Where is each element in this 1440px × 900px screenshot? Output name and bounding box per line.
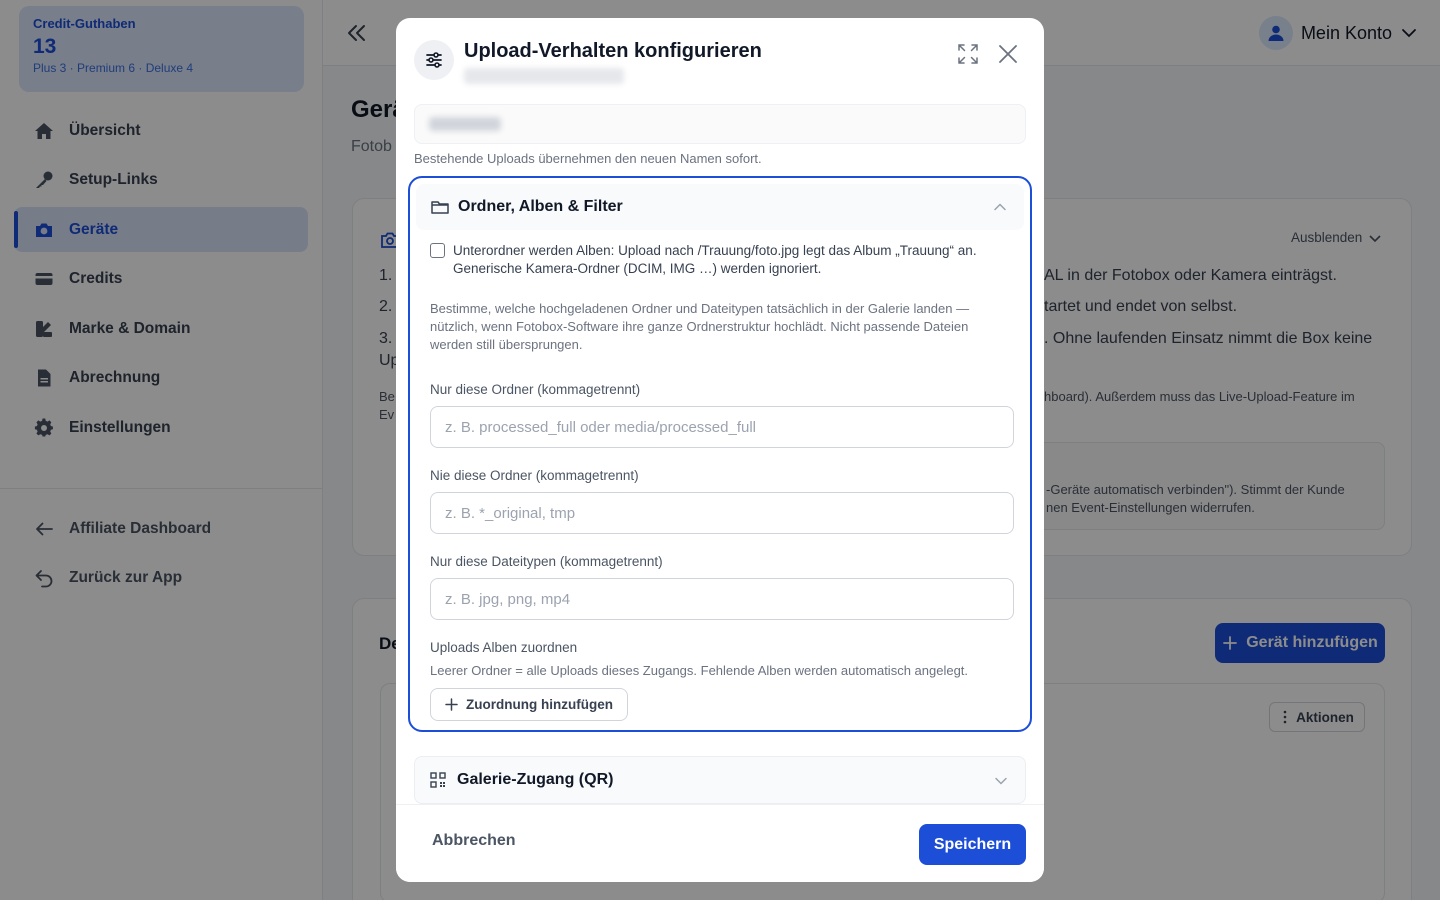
section-title: Ordner, Alben & Filter — [458, 198, 623, 215]
folder-icon — [430, 197, 450, 217]
modal-title: Upload-Verhalten konfigurieren — [464, 40, 762, 62]
chevron-down-icon — [993, 773, 1009, 789]
cancel-button[interactable]: Abbrechen — [432, 832, 516, 850]
folder-filter-header[interactable]: Ordner, Alben & Filter — [416, 184, 1024, 230]
exclude-folders-label: Nie diese Ordner (kommagetrennt) — [430, 468, 639, 483]
include-folders-label: Nur diese Ordner (kommagetrennt) — [430, 382, 641, 397]
gallery-access-section-header[interactable]: Galerie-Zugang (QR) — [414, 756, 1026, 804]
upload-behavior-modal: Upload-Verhalten konfigurieren Bestehend… — [396, 18, 1044, 882]
add-mapping-button[interactable]: Zuordnung hinzufügen — [430, 688, 628, 721]
sliders-icon — [414, 40, 454, 80]
name-hint: Bestehende Uploads übernehmen den neuen … — [414, 151, 762, 166]
chevron-up-icon — [992, 199, 1008, 215]
add-mapping-label: Zuordnung hinzufügen — [466, 697, 613, 712]
section2-title: Galerie-Zugang (QR) — [457, 771, 614, 788]
save-button[interactable]: Speichern — [919, 824, 1026, 865]
include-folders-input[interactable]: z. B. processed_full oder media/processe… — [430, 406, 1014, 448]
album-mapping-hint: Leerer Ordner = alle Uploads dieses Zuga… — [430, 663, 969, 678]
checkbox-label-line-1: Unterordner werden Alben: Upload nach /T… — [453, 243, 977, 258]
modal-subtitle-redacted — [464, 68, 624, 84]
subfolder-album-checkbox[interactable] — [430, 243, 445, 258]
modal-scroll-area[interactable]: Ordner, Alben & Filter Unterordner werde… — [396, 168, 1044, 804]
folder-filter-body: Unterordner werden Alben: Upload nach /T… — [430, 242, 1014, 721]
subfolder-album-option[interactable]: Unterordner werden Alben: Upload nach /T… — [430, 242, 1014, 278]
folder-filter-section: Ordner, Alben & Filter Unterordner werde… — [408, 176, 1032, 732]
file-types-label: Nur diese Dateitypen (kommagetrennt) — [430, 554, 663, 569]
album-mapping-label: Uploads Alben zuordnen — [430, 640, 578, 655]
device-name-input[interactable] — [414, 104, 1026, 144]
expand-icon[interactable] — [956, 42, 980, 66]
file-types-input[interactable]: z. B. jpg, png, mp4 — [430, 578, 1014, 620]
checkbox-label: Unterordner werden Alben: Upload nach /T… — [453, 242, 977, 278]
device-name-redacted — [429, 117, 501, 131]
modal-footer: Abbrechen Speichern — [396, 804, 1044, 882]
plus-icon — [445, 698, 458, 711]
qr-code-icon — [429, 771, 447, 789]
filter-description: Bestimme, welche hochgeladenen Ordner un… — [430, 301, 970, 352]
checkbox-label-line-2: Generische Kamera-Ordner (DCIM, IMG …) w… — [453, 261, 822, 276]
exclude-folders-input[interactable]: z. B. *_original, tmp — [430, 492, 1014, 534]
close-icon[interactable] — [996, 42, 1020, 66]
